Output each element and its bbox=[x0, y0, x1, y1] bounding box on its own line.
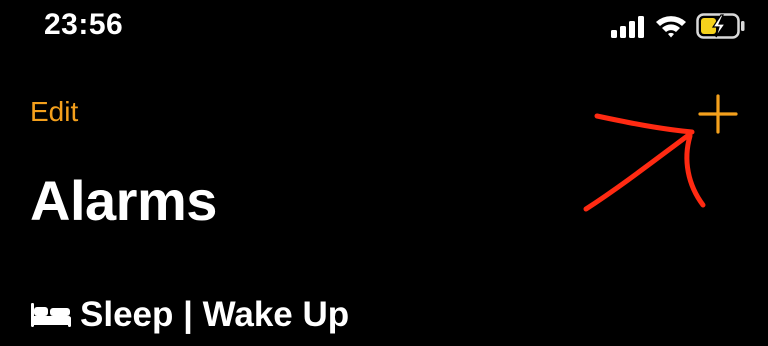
page-title: Alarms bbox=[30, 169, 217, 232]
edit-button[interactable]: Edit bbox=[30, 96, 78, 128]
navigation-bar: Edit bbox=[0, 80, 768, 144]
section-label: Sleep | Wake Up bbox=[80, 295, 350, 334]
signal-bars-icon bbox=[611, 16, 644, 38]
status-time: 23:56 bbox=[44, 8, 124, 41]
wifi-icon bbox=[656, 16, 686, 38]
battery-charging-icon bbox=[696, 13, 745, 39]
arrow-head-lower bbox=[684, 133, 706, 208]
status-bar: 23:56 bbox=[0, 0, 768, 56]
add-alarm-button[interactable] bbox=[694, 90, 742, 138]
arrow-shaft bbox=[583, 131, 693, 212]
bed-icon bbox=[31, 303, 71, 327]
sleep-wake-section-header: Sleep | Wake Up bbox=[30, 292, 349, 338]
plus-icon bbox=[698, 94, 738, 134]
